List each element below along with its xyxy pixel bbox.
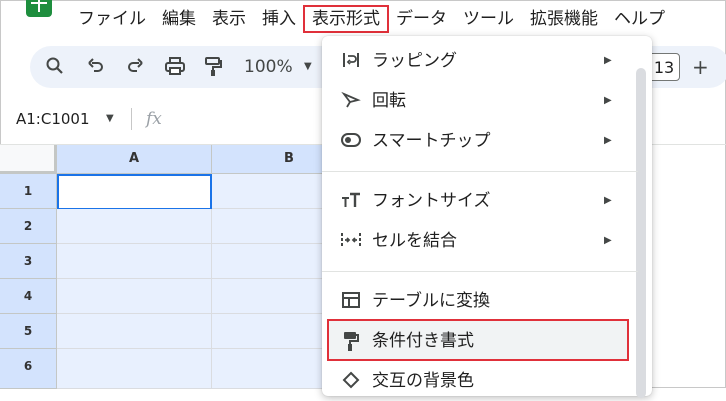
menu-item-conditional-formatting[interactable]: 条件付き書式 (322, 321, 652, 361)
format-menu-dropdown: ラッピング ▶ 回転 ▶ スマートチップ ▶ フォントサイズ ▶ セルを結合 ▶ (322, 36, 652, 398)
menu-item-label: フォントサイズ (372, 191, 491, 211)
font-size-increase-button[interactable]: + (692, 54, 709, 80)
menu-item-convert-to-table[interactable]: テーブルに変換 (322, 281, 652, 321)
row-header-6[interactable]: 6 (0, 349, 57, 389)
rotate-icon (340, 90, 362, 112)
menu-item-label: ラッピング (372, 51, 457, 71)
menu-extensions[interactable]: 拡張機能 (522, 6, 606, 32)
menubar: ファイル 編集 表示 挿入 表示形式 データ ツール 拡張機能 ヘルプ (70, 0, 673, 38)
menu-item-smart-chips[interactable]: スマートチップ ▶ (322, 121, 652, 161)
menu-item-label: スマートチップ (372, 131, 491, 151)
submenu-arrow-icon: ▶ (604, 235, 612, 246)
wrap-icon (340, 50, 362, 72)
paint-roller-icon (340, 330, 362, 352)
menu-format[interactable]: 表示形式 (303, 5, 389, 33)
zoom-select[interactable]: 100% (244, 56, 293, 78)
name-box[interactable]: A1:C1001 (16, 108, 90, 130)
print-icon[interactable] (164, 56, 186, 78)
formula-bar-divider (131, 108, 132, 130)
menu-item-label: 条件付き書式 (372, 331, 474, 351)
cell-a1[interactable] (57, 174, 212, 210)
menu-help[interactable]: ヘルプ (606, 6, 673, 32)
cell-a3[interactable] (57, 244, 212, 279)
menu-file[interactable]: ファイル (70, 6, 154, 32)
row-header-1[interactable]: 1 (0, 174, 57, 209)
menu-view[interactable]: 表示 (204, 6, 254, 32)
row-header-4[interactable]: 4 (0, 279, 57, 314)
smart-chip-icon (340, 130, 362, 152)
menu-item-label: 回転 (372, 91, 406, 111)
row-header-5[interactable]: 5 (0, 314, 57, 349)
name-box-chevron-down-icon[interactable]: ▼ (106, 108, 114, 130)
paint-format-icon[interactable] (202, 56, 224, 78)
menu-data[interactable]: データ (388, 6, 455, 32)
redo-icon[interactable] (124, 56, 146, 78)
row-header-3[interactable]: 3 (0, 244, 57, 279)
menu-insert[interactable]: 挿入 (254, 6, 304, 32)
cell-a2[interactable] (57, 209, 212, 244)
submenu-arrow-icon: ▶ (604, 95, 612, 106)
undo-icon[interactable] (85, 56, 107, 78)
menu-item-label: 交互の背景色 (372, 371, 474, 391)
zoom-chevron-down-icon[interactable]: ▼ (304, 56, 312, 78)
submenu-arrow-icon: ▶ (604, 55, 612, 66)
font-size-icon (340, 190, 362, 212)
cell-a6[interactable] (57, 349, 212, 389)
column-header-a[interactable]: A (57, 145, 212, 174)
menu-separator (322, 271, 638, 272)
alternating-colors-icon (340, 370, 362, 392)
search-icon[interactable] (44, 56, 66, 78)
submenu-arrow-icon: ▶ (604, 195, 612, 206)
menu-item-alternating-colors[interactable]: 交互の背景色 (322, 361, 652, 401)
sheets-logo-icon[interactable] (26, 0, 52, 17)
table-icon (340, 290, 362, 312)
menu-separator (322, 171, 638, 172)
row-header-2[interactable]: 2 (0, 209, 57, 244)
submenu-arrow-icon: ▶ (604, 135, 612, 146)
menu-item-label: テーブルに変換 (372, 291, 490, 311)
menu-tools[interactable]: ツール (455, 6, 522, 32)
menu-item-rotate[interactable]: 回転 ▶ (322, 81, 652, 121)
select-all-corner[interactable] (0, 145, 57, 174)
cell-a5[interactable] (57, 314, 212, 349)
font-size-input[interactable]: 13 (648, 53, 680, 81)
menu-item-merge-cells[interactable]: セルを結合 ▶ (322, 221, 652, 261)
menu-item-wrapping[interactable]: ラッピング ▶ (322, 41, 652, 81)
cell-a4[interactable] (57, 279, 212, 314)
merge-cells-icon (340, 230, 362, 252)
fx-icon: fx (146, 109, 162, 129)
menu-item-label: セルを結合 (372, 231, 457, 251)
menu-item-font-size[interactable]: フォントサイズ ▶ (322, 181, 652, 221)
menu-edit[interactable]: 編集 (154, 6, 204, 32)
